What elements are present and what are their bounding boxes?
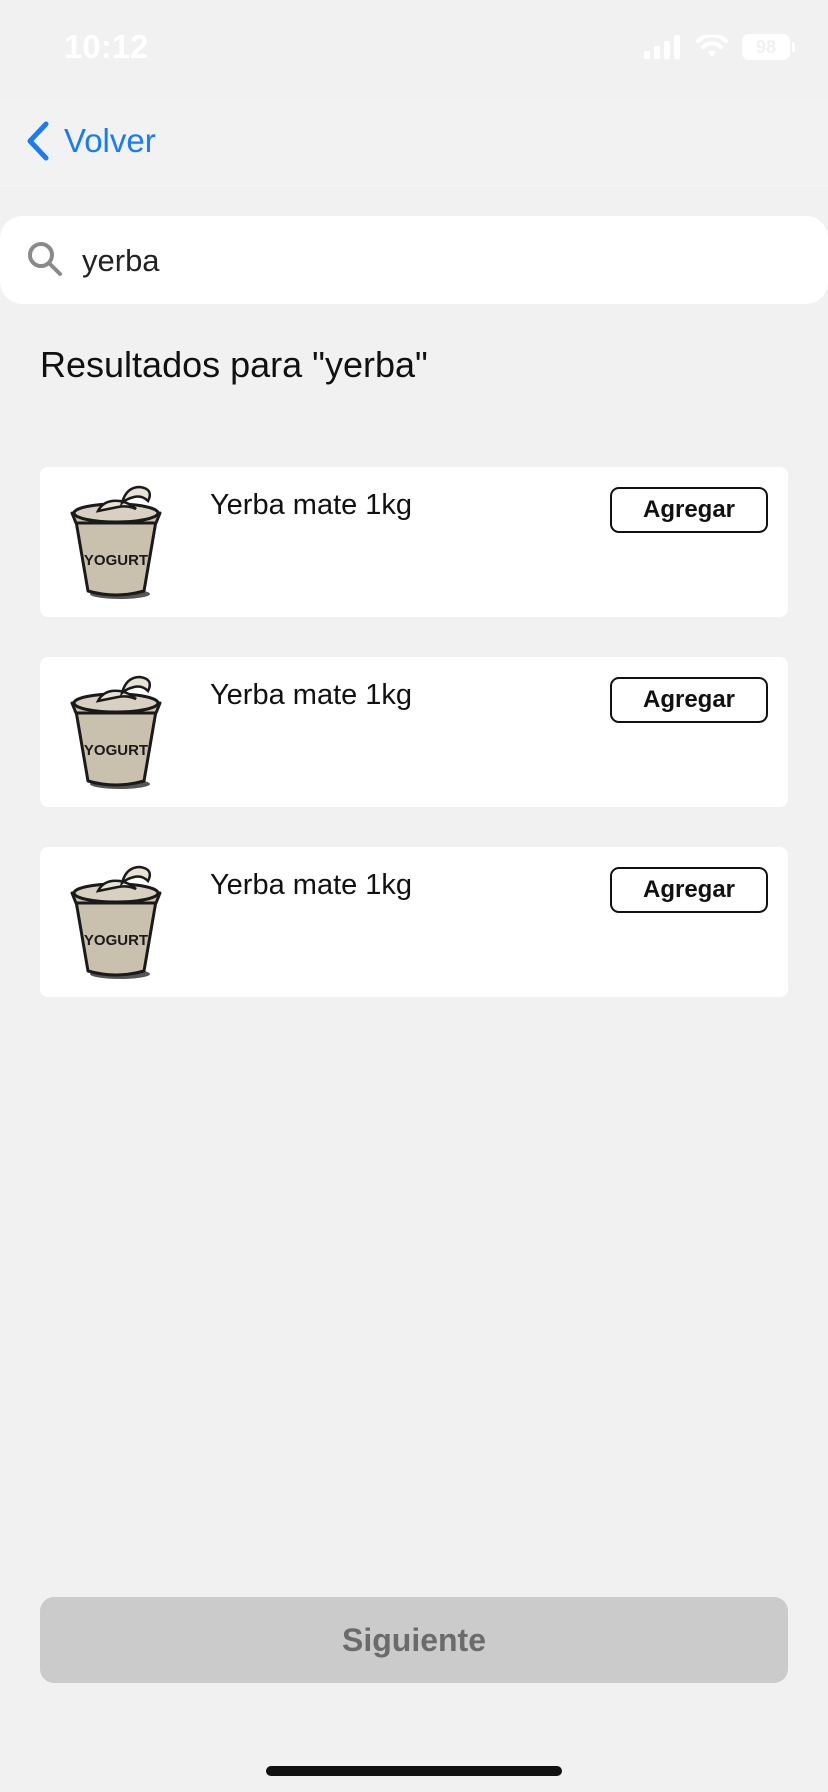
product-image-label: YOGURT: [84, 742, 148, 759]
chevron-left-icon: [27, 121, 49, 161]
product-name: Yerba mate 1kg: [210, 489, 413, 521]
back-label: Volver: [64, 122, 156, 159]
wifi-icon: [696, 35, 728, 57]
battery-icon: 98: [742, 34, 795, 60]
search-input[interactable]: [80, 232, 784, 290]
product-image-label: YOGURT: [84, 932, 148, 949]
product-name: Yerba mate 1kg: [210, 679, 413, 711]
status-icons: 98: [644, 34, 795, 60]
nav-bar: Volver: [0, 100, 828, 186]
product-image-label: YOGURT: [84, 552, 148, 569]
search-bar: [0, 216, 828, 304]
battery-level: 98: [755, 36, 777, 57]
back-button[interactable]: Volver: [24, 120, 156, 162]
result-card: YOGURT Yerba mate 1kg Agregar: [40, 847, 788, 997]
yogurt-cup-icon: YOGURT: [70, 485, 162, 599]
result-card: YOGURT Yerba mate 1kg Agregar: [40, 467, 788, 617]
yogurt-cup-icon: YOGURT: [70, 865, 162, 979]
results-title: Resultados para "yerba": [40, 344, 428, 385]
status-time: 10:12: [64, 28, 149, 65]
home-indicator: [266, 1766, 562, 1776]
signal-icon: [644, 35, 680, 59]
add-button[interactable]: Agregar: [610, 677, 768, 723]
status-bar: 10:12 98: [0, 0, 828, 100]
add-button[interactable]: Agregar: [610, 867, 768, 913]
result-card: YOGURT Yerba mate 1kg Agregar: [40, 657, 788, 807]
product-name: Yerba mate 1kg: [210, 869, 413, 901]
add-button[interactable]: Agregar: [610, 487, 768, 533]
next-button[interactable]: Siguiente: [40, 1597, 788, 1683]
search-icon: [28, 242, 62, 276]
yogurt-cup-icon: YOGURT: [70, 675, 162, 789]
